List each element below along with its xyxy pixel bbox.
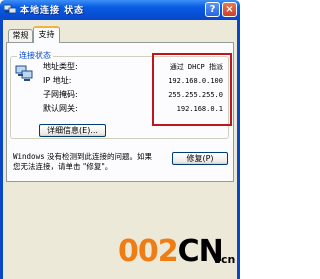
watermark-suffix: cn (221, 253, 236, 266)
status-message-line2: 您无法连接，请单击 "修复"。 (13, 162, 113, 171)
network-connection-icon (4, 4, 16, 14)
close-button[interactable]: × (222, 2, 237, 17)
highlight-box (152, 53, 232, 126)
watermark-letters: CN (177, 234, 224, 269)
status-message-prefix: Windows (13, 152, 45, 161)
local-connection-status-dialog: 本地连接 状态 ? × 常规 支持 连接状态 地址类型: 通过 DHCP 指派 … (0, 0, 240, 279)
tab-support[interactable]: 支持 (33, 26, 60, 43)
status-message: Windows 没有检测到此连接的问题。如果 您无法连接，请单击 "修复"。 (13, 152, 168, 172)
group-legend: 连接状态 (17, 51, 53, 61)
watermark-number: 002 (118, 234, 179, 269)
default-gateway-label: 默认网关: (43, 104, 78, 113)
details-button[interactable]: 详细信息(E)... (39, 124, 106, 137)
ip-address-label: IP 地址: (43, 76, 72, 85)
address-type-label: 地址类型: (43, 62, 78, 71)
site-watermark-logo: 002CN (118, 234, 224, 269)
status-message-line1: 没有检测到此连接的问题。如果 (44, 152, 152, 161)
watermark-dot (215, 258, 220, 263)
window-title: 本地连接 状态 (20, 6, 85, 16)
tab-general[interactable]: 常规 (8, 29, 33, 42)
network-status-icon (15, 65, 33, 81)
help-button[interactable]: ? (205, 2, 220, 17)
title-bar[interactable]: 本地连接 状态 ? × (0, 0, 240, 20)
subnet-mask-label: 子网掩码: (43, 90, 78, 99)
repair-button[interactable]: 修复(P) (172, 152, 228, 165)
